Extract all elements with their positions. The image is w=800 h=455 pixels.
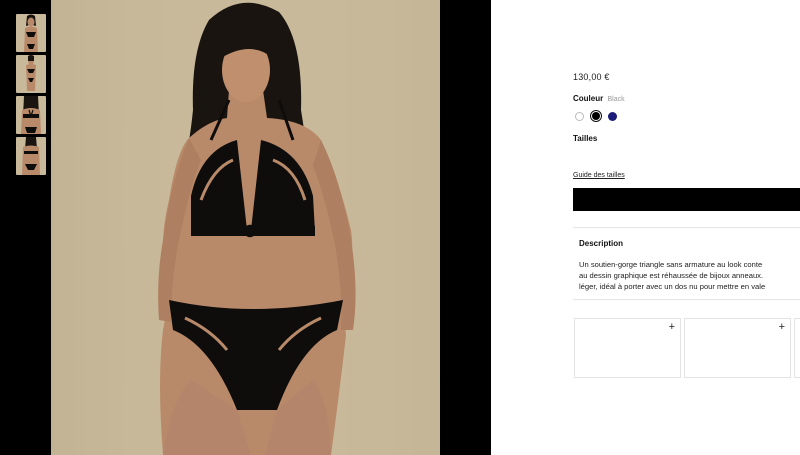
related-product-card[interactable] xyxy=(794,318,800,378)
related-product-card[interactable]: + xyxy=(684,318,791,378)
add-to-cart-button[interactable] xyxy=(573,188,800,211)
divider xyxy=(573,227,800,228)
selected-color-value: Black xyxy=(607,96,625,103)
plus-icon[interactable]: + xyxy=(669,321,675,333)
divider xyxy=(573,299,800,300)
swatch-black-selected[interactable] xyxy=(590,110,602,122)
description-line: léger, idéal à porter avec un dos nu pou… xyxy=(579,282,766,291)
product-price: 130,00 € xyxy=(573,72,610,82)
related-product-card[interactable]: + xyxy=(574,318,681,378)
swatch-navy[interactable] xyxy=(608,111,617,121)
color-swatches xyxy=(575,110,617,122)
size-guide-link[interactable]: Guide des tailles xyxy=(573,172,625,179)
swatch-white[interactable] xyxy=(575,111,584,121)
description-line: au dessin graphique est réhaussée de bij… xyxy=(579,271,764,280)
product-gallery xyxy=(0,0,491,455)
sizes-label: Tailles xyxy=(573,134,598,143)
thumbnail-3[interactable] xyxy=(16,96,46,134)
thumbnail-2[interactable] xyxy=(16,55,46,93)
thumbnail-4[interactable] xyxy=(16,137,46,175)
color-selector-label: Couleur Black xyxy=(573,94,625,103)
main-product-photo[interactable] xyxy=(51,0,440,455)
thumbnail-list xyxy=(16,14,46,178)
description-line: Un soutien-gorge triangle sans armature … xyxy=(579,260,763,269)
product-details-panel: 130,00 € Couleur Black Tailles Guide des… xyxy=(491,0,800,455)
related-products-row: + + xyxy=(574,318,800,378)
thumbnail-1[interactable] xyxy=(16,14,46,52)
plus-icon[interactable]: + xyxy=(779,321,785,333)
description-text: Un soutien-gorge triangle sans armature … xyxy=(579,259,800,292)
description-title: Description xyxy=(579,239,624,248)
color-label: Couleur xyxy=(573,94,604,103)
